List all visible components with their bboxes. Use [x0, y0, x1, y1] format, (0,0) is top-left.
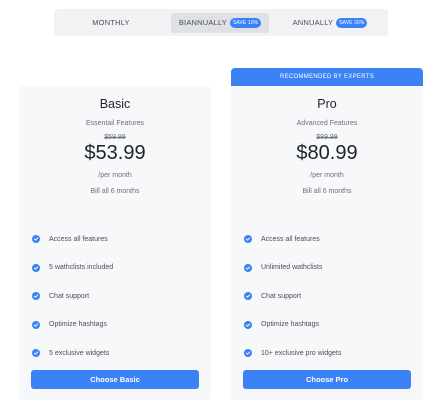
plan-card-pro: Pro Advanced Features $89.99 $80.99 /per…	[231, 86, 423, 400]
feature-text: Optimize hashtags	[49, 321, 107, 329]
choose-basic-button[interactable]: Choose Basic	[31, 370, 199, 389]
feature-item: 5 wathclists included	[32, 254, 113, 283]
save-badge-annually: SAVE 20%	[336, 17, 368, 28]
check-circle-icon	[32, 235, 40, 244]
feature-text: Chat support	[261, 292, 302, 300]
price: $53.99	[84, 142, 146, 164]
plan-name: Pro	[317, 97, 337, 111]
check-circle-icon	[32, 292, 40, 301]
feature-text: Access all features	[261, 235, 320, 243]
feature-item: 5 exclusive widgets	[32, 339, 113, 368]
feature-item: Access all features	[244, 225, 341, 254]
toggle-annually-label: ANNUALLY	[292, 18, 334, 27]
recommended-ribbon: RECOMMENDED BY EXPERTS	[231, 68, 423, 86]
check-circle-icon	[244, 292, 252, 301]
price-period: /per month	[98, 172, 132, 179]
toggle-biannually-label: BIANNUALLY	[178, 18, 227, 27]
billing-toggle: MONTHLY BIANNUALLY SAVE 10% ANNUALLY SAV…	[54, 9, 388, 36]
check-circle-icon	[244, 349, 252, 358]
toggle-monthly-label: MONTHLY	[92, 18, 130, 27]
feature-item: Optimize hashtags	[32, 311, 113, 340]
check-circle-icon	[32, 263, 40, 272]
plan-name: Basic	[99, 97, 131, 111]
check-circle-icon	[32, 349, 40, 358]
billing-note: Bill all 6 months	[90, 188, 140, 195]
toggle-biannually[interactable]: BIANNUALLY SAVE 10%	[171, 12, 269, 33]
check-circle-icon	[244, 263, 252, 272]
feature-text: Access all features	[49, 235, 108, 243]
old-price: $89.99	[316, 134, 338, 141]
feature-item: Unlimited wathclists	[244, 254, 341, 283]
plan-subtitle: Essentail Features	[86, 120, 144, 127]
check-circle-icon	[32, 320, 40, 329]
billing-note: Bill all 6 months	[302, 188, 352, 195]
feature-text: 5 wathclists included	[49, 264, 114, 272]
feature-text: 10+ exclusive pro widgets	[261, 349, 342, 357]
feature-list: Access all features 5 wathclists include…	[32, 225, 113, 368]
save-badge-biannually: SAVE 10%	[229, 17, 262, 28]
choose-pro-button[interactable]: Choose Pro	[243, 370, 411, 389]
feature-text: Optimize hashtags	[261, 321, 319, 329]
price: $80.99	[296, 142, 358, 164]
feature-text: Chat support	[49, 292, 90, 300]
feature-text: 5 exclusive widgets	[49, 349, 110, 357]
feature-item: Chat support	[244, 282, 341, 311]
feature-item: 10+ exclusive pro widgets	[244, 339, 341, 368]
old-price: $59.99	[104, 134, 126, 141]
feature-item: Chat support	[32, 282, 113, 311]
plan-subtitle: Advanced Features	[296, 120, 358, 127]
feature-item: Optimize hashtags	[244, 311, 341, 340]
check-circle-icon	[244, 320, 252, 329]
check-circle-icon	[244, 235, 252, 244]
toggle-monthly[interactable]: MONTHLY	[57, 13, 165, 33]
feature-text: Unlimited wathclists	[261, 264, 323, 272]
feature-list: Access all features Unlimited wathclists…	[244, 225, 341, 368]
toggle-annually[interactable]: ANNUALLY SAVE 20%	[275, 13, 385, 33]
price-period: /per month	[310, 172, 344, 179]
feature-item: Access all features	[32, 225, 113, 254]
plan-card-basic: Basic Essentail Features $59.99 $53.99 /…	[19, 86, 211, 400]
